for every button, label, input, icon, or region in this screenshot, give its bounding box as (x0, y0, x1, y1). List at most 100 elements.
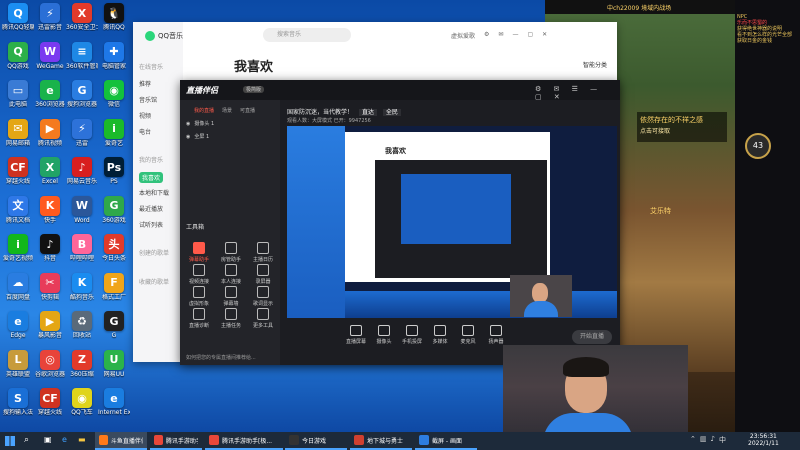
streamer-tab[interactable]: 可直播 (240, 107, 255, 114)
desktop-shortcut[interactable]: W WeGame (34, 41, 66, 70)
desktop-shortcut[interactable]: Z 360压缩 (66, 349, 98, 378)
eye-icon[interactable]: ◉ (186, 121, 190, 127)
toolbox-item[interactable]: 弹幕助手 (186, 242, 212, 263)
desktop-shortcut[interactable]: 文腾讯文档 (2, 195, 34, 224)
taskbar-app[interactable]: 腾讯手游助手[极... (205, 432, 283, 450)
desktop-shortcut[interactable]: X Excel (34, 157, 66, 185)
sidebar-nav-item[interactable]: 最近播放 (139, 204, 163, 213)
streamer-tab[interactable]: 我的直播 (194, 107, 214, 114)
scene-item[interactable]: ◉ 摄像头 1 (180, 120, 214, 128)
toolbox-item[interactable]: 本人连接 (218, 264, 244, 285)
desktop-shortcut[interactable]: ⚡ 迅雷影音 (34, 3, 66, 31)
ime-icon[interactable]: 中 (719, 435, 726, 445)
desktop-shortcut[interactable]: Q QQ游戏 (2, 41, 34, 70)
toolbox-item[interactable]: 直播诊断 (186, 308, 212, 329)
taskbar-app[interactable]: 地下城与勇士 (350, 432, 412, 450)
desktop-shortcut[interactable]: W Word (66, 195, 98, 224)
desktop-shortcut[interactable]: F 格式工厂 (98, 272, 130, 301)
desktop-shortcut[interactable]: G 360游戏 (98, 195, 130, 224)
streamer-window[interactable]: 直播伴侣 极简版 ⚙ ✉ ☰ — ▢ ✕ 我的直播 场景 可直播 ◉ 摄像头 1 ◉ 全屏… (180, 80, 620, 365)
taskbar-app[interactable]: 截屏 - 画面 (415, 432, 477, 450)
sidebar-nav-item[interactable]: 电台 (139, 127, 151, 136)
desktop-shortcut[interactable]: i 爱奇艺 (98, 118, 130, 147)
network-icon[interactable]: ▥ (700, 435, 707, 445)
desktop-shortcut[interactable]: Q腾讯QQ轻聊版 (2, 3, 34, 31)
bottom-source-button[interactable]: 扬声器 (480, 325, 512, 345)
mail-icon[interactable]: ✉ (498, 31, 503, 40)
toolbox-item[interactable]: 更多工具 (250, 308, 276, 329)
notice-button[interactable]: 直达 (358, 109, 377, 116)
toolbox-item[interactable]: 视频连接 (186, 264, 212, 285)
desktop-shortcut[interactable]: 🐧 腾讯QQ (98, 3, 130, 31)
desktop-shortcut[interactable]: X 360安全卫士 (66, 3, 98, 31)
desktop-shortcut[interactable]: ◎ 谷歌浏览器 (34, 349, 66, 378)
start-live-button[interactable]: 开始直播 (572, 330, 612, 344)
desktop-shortcut[interactable]: ◉ 微信 (98, 80, 130, 108)
desktop-shortcut[interactable]: ▭ 此电脑 (2, 80, 34, 108)
streamer-badge[interactable]: 极简版 (243, 86, 265, 93)
footer-hint[interactable]: 如何把您的专属直播间推荐给... (186, 354, 256, 361)
desktop-shortcut[interactable]: ☁ 百度网盘 (2, 272, 34, 301)
task-view-icon[interactable]: ▣ (44, 435, 52, 444)
desktop-shortcut[interactable]: Ps PS (98, 157, 130, 185)
desktop-shortcut[interactable]: CF 穿越火线 (34, 388, 66, 416)
desktop-shortcut[interactable]: ✂ 快剪辑 (34, 272, 66, 301)
desktop-shortcut[interactable]: i 爱奇艺视频 (2, 234, 34, 262)
minimize-icon[interactable]: — (512, 31, 518, 40)
sidebar-nav-item[interactable]: 音乐馆 (139, 95, 157, 104)
volume-icon[interactable]: ♪ (711, 435, 715, 445)
sidebar-nav-item[interactable]: 视频 (139, 111, 151, 120)
desktop-shortcut[interactable]: ▶ 暴风影音 (34, 311, 66, 339)
windows-start-icon[interactable] (5, 436, 15, 446)
scene-item[interactable]: ◉ 全屏 1 (180, 133, 209, 141)
desktop-shortcut[interactable]: K 快手 (34, 195, 66, 224)
user-name[interactable]: 虚拟爱歌 (451, 31, 475, 40)
eye-icon[interactable]: ◉ (186, 134, 190, 140)
edge-icon[interactable]: e (62, 435, 67, 444)
taskbar-app[interactable]: 斗鱼直播伴侣 (95, 432, 147, 450)
desktop-shortcut[interactable]: ✚ 电脑管家 (98, 41, 130, 70)
desktop-shortcut[interactable]: GG (98, 311, 130, 339)
desktop-shortcut[interactable]: ♪ 网易云音乐 (66, 157, 98, 185)
desktop-shortcut[interactable]: ✉ 网易邮箱 (2, 118, 34, 147)
desktop-shortcut[interactable]: e Edge (2, 311, 34, 339)
chevron-up-icon[interactable]: ⌃ (690, 435, 696, 445)
desktop-shortcut[interactable]: eInternet Explorer (98, 388, 130, 416)
desktop-shortcut[interactable]: S 搜狗输入法 (2, 388, 34, 416)
desktop-shortcut[interactable]: ◉ QQ飞车 (66, 388, 98, 416)
search-icon[interactable]: ⌕ (24, 435, 29, 445)
folder-icon[interactable]: ▬ (78, 435, 86, 444)
toolbox-item[interactable]: 歌词显示 (250, 286, 276, 307)
desktop-shortcut[interactable]: ♪ 抖音 (34, 234, 66, 262)
settings-icon[interactable]: ⚙ (484, 31, 489, 40)
qq-music-search-input[interactable]: 搜索音乐 (263, 28, 351, 42)
sidebar-nav-item[interactable]: 本地和下载 (139, 188, 169, 197)
desktop-shortcut[interactable]: ≡ 360软件管家 (66, 41, 98, 70)
toolbox-item[interactable]: 弹幕墙 (218, 286, 244, 307)
notice-button-2[interactable]: 全民 (382, 109, 401, 116)
toolbox-item[interactable]: 房管助手 (218, 242, 244, 263)
toolbox-item[interactable]: 主播日历 (250, 242, 276, 263)
desktop-shortcut[interactable]: L 英雄联盟 (2, 349, 34, 378)
streamer-tab[interactable]: 场景 (222, 107, 232, 114)
toolbox-item[interactable]: 虚拟形象 (186, 286, 212, 307)
desktop-shortcut[interactable]: ▶ 腾讯视频 (34, 118, 66, 147)
maximize-icon[interactable]: ▢ (527, 31, 533, 40)
desktop-shortcut[interactable]: ♻ 回收站 (66, 311, 98, 339)
desktop-shortcut[interactable]: CF 穿越火线 (2, 157, 34, 185)
toolbox-item[interactable]: 录屏器 (250, 264, 276, 285)
sidebar-nav-item[interactable]: 试听列表 (139, 220, 163, 229)
smart-sort-button[interactable]: 智能分类 (583, 60, 607, 69)
sidebar-nav-item[interactable]: 推荐 (139, 79, 151, 88)
game-quest-box[interactable]: 依然存在的不祥之感 点击可接取 (637, 112, 727, 142)
taskbar-app[interactable]: 腾讯手游助手 (150, 432, 202, 450)
toolbox-item[interactable]: 主播任务 (218, 308, 244, 329)
sidebar-nav-item[interactable]: 我喜欢 (139, 172, 164, 183)
close-icon[interactable]: ✕ (542, 31, 547, 40)
desktop-shortcut[interactable]: B 哔哩哔哩 (66, 234, 98, 262)
desktop-shortcut[interactable]: 头今日头条 (98, 234, 130, 262)
desktop-shortcut[interactable]: e 360浏览器 (34, 80, 66, 108)
taskbar-clock[interactable]: 23:56:31 2022/1/11 (748, 433, 779, 447)
desktop-shortcut[interactable]: G 搜狗浏览器 (66, 80, 98, 108)
desktop-shortcut[interactable]: K 酷狗音乐 (66, 272, 98, 301)
